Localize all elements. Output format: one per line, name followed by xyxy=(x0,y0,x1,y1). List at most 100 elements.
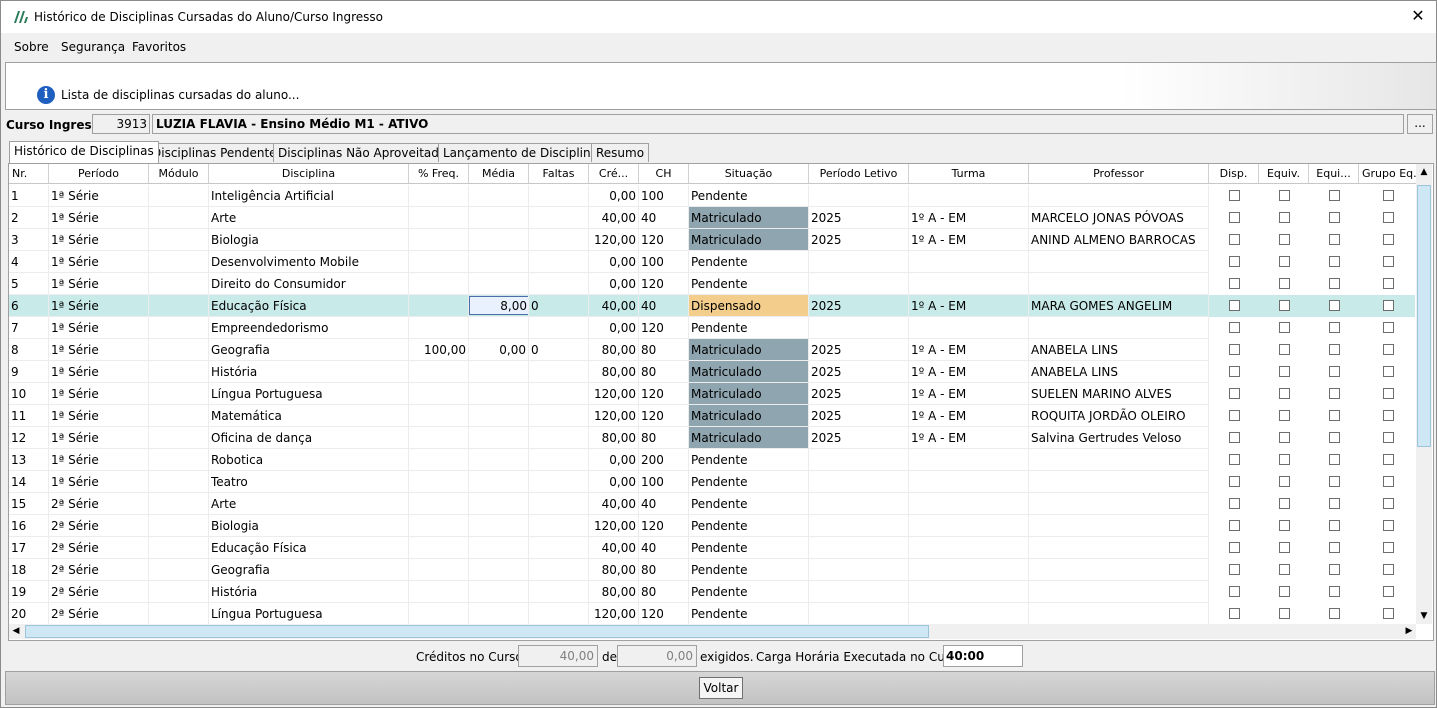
disp-checkbox[interactable] xyxy=(1229,520,1240,531)
vertical-scrollbar[interactable]: ▲ ▼ xyxy=(1416,164,1432,624)
equi-checkbox[interactable] xyxy=(1329,278,1340,289)
grupo-eq-checkbox[interactable] xyxy=(1383,520,1394,531)
equiv-checkbox[interactable] xyxy=(1279,300,1290,311)
course-code-field[interactable]: 3913 xyxy=(92,114,150,134)
table-row[interactable]: 2 1ª Série Arte 40,00 40 Matriculado 2025 1º A … xyxy=(9,207,1415,229)
column-header[interactable]: % Freq. xyxy=(409,164,469,184)
table-row[interactable]: 7 1ª Série Empreendedorismo 0,00 120 Pendente xyxy=(9,317,1415,339)
equi-checkbox[interactable] xyxy=(1329,212,1340,223)
grupo-eq-checkbox[interactable] xyxy=(1383,410,1394,421)
equi-checkbox[interactable] xyxy=(1329,190,1340,201)
grupo-eq-checkbox[interactable] xyxy=(1383,322,1394,333)
column-header[interactable]: CH xyxy=(639,164,689,184)
equi-checkbox[interactable] xyxy=(1329,410,1340,421)
equiv-checkbox[interactable] xyxy=(1279,212,1290,223)
equiv-checkbox[interactable] xyxy=(1279,586,1290,597)
disp-checkbox[interactable] xyxy=(1229,432,1240,443)
column-header[interactable]: Média xyxy=(469,164,529,184)
column-header[interactable]: Nr. xyxy=(9,164,49,184)
equi-checkbox[interactable] xyxy=(1329,476,1340,487)
table-row[interactable]: 17 2ª Série Educação Física 40,00 40 Pendente xyxy=(9,537,1415,559)
scroll-down-icon[interactable]: ▼ xyxy=(1416,608,1432,624)
column-header[interactable]: Situação xyxy=(689,164,809,184)
media-edit-field[interactable]: 8,00 xyxy=(469,296,528,315)
menu-favoritos[interactable]: Favoritos xyxy=(132,40,186,54)
grupo-eq-checkbox[interactable] xyxy=(1383,432,1394,443)
disp-checkbox[interactable] xyxy=(1229,410,1240,421)
equiv-checkbox[interactable] xyxy=(1279,432,1290,443)
table-row[interactable]: 13 1ª Série Robotica 0,00 200 Pendente xyxy=(9,449,1415,471)
disp-checkbox[interactable] xyxy=(1229,212,1240,223)
horizontal-scroll-thumb[interactable] xyxy=(25,625,929,638)
grupo-eq-checkbox[interactable] xyxy=(1383,608,1394,619)
column-header[interactable]: Cré... xyxy=(589,164,639,184)
tab-lancamento[interactable]: Lançamento de Disciplinas xyxy=(438,143,610,162)
disp-checkbox[interactable] xyxy=(1229,476,1240,487)
disp-checkbox[interactable] xyxy=(1229,388,1240,399)
table-row[interactable]: 20 2ª Série Língua Portuguesa 120,00 120 Pend… xyxy=(9,603,1415,625)
table-row[interactable]: 6 1ª Série Educação Física 8,00 0 40,00 40 Disp… xyxy=(9,295,1415,317)
equi-checkbox[interactable] xyxy=(1329,344,1340,355)
grupo-eq-checkbox[interactable] xyxy=(1383,344,1394,355)
menu-seguranca[interactable]: Segurança xyxy=(61,40,125,54)
disp-checkbox[interactable] xyxy=(1229,300,1240,311)
table-row[interactable]: 15 2ª Série Arte 40,00 40 Pendente xyxy=(9,493,1415,515)
table-row[interactable]: 18 2ª Série Geografia 80,00 80 Pendente xyxy=(9,559,1415,581)
equiv-checkbox[interactable] xyxy=(1279,476,1290,487)
column-header[interactable]: Professor xyxy=(1029,164,1209,184)
equi-checkbox[interactable] xyxy=(1329,498,1340,509)
table-row[interactable]: 8 1ª Série Geografia 100,00 0,00 0 80,00 80 Matr… xyxy=(9,339,1415,361)
tab-pendentes[interactable]: Disciplinas Pendentes xyxy=(147,143,288,162)
tab-historico[interactable]: Histórico de Disciplinas xyxy=(9,141,159,163)
column-header[interactable]: Disp. xyxy=(1209,164,1259,184)
equiv-checkbox[interactable] xyxy=(1279,278,1290,289)
disp-checkbox[interactable] xyxy=(1229,608,1240,619)
grupo-eq-checkbox[interactable] xyxy=(1383,542,1394,553)
tab-resumo[interactable]: Resumo xyxy=(591,143,650,162)
equiv-checkbox[interactable] xyxy=(1279,520,1290,531)
equi-checkbox[interactable] xyxy=(1329,608,1340,619)
disp-checkbox[interactable] xyxy=(1229,586,1240,597)
equiv-checkbox[interactable] xyxy=(1279,234,1290,245)
disp-checkbox[interactable] xyxy=(1229,234,1240,245)
table-row[interactable]: 16 2ª Série Biologia 120,00 120 Pendente xyxy=(9,515,1415,537)
column-header[interactable]: Período xyxy=(49,164,149,184)
equiv-checkbox[interactable] xyxy=(1279,498,1290,509)
column-header[interactable]: Período Letivo xyxy=(809,164,909,184)
disp-checkbox[interactable] xyxy=(1229,278,1240,289)
equiv-checkbox[interactable] xyxy=(1279,256,1290,267)
equiv-checkbox[interactable] xyxy=(1279,608,1290,619)
table-row[interactable]: 1 1ª Série Inteligência Artificial 0,00 100… xyxy=(9,185,1415,207)
close-icon[interactable]: ✕ xyxy=(1408,6,1428,26)
equiv-checkbox[interactable] xyxy=(1279,388,1290,399)
grupo-eq-checkbox[interactable] xyxy=(1383,366,1394,377)
table-row[interactable]: 12 1ª Série Oficina de dança 80,00 80 Matricu… xyxy=(9,427,1415,449)
grupo-eq-checkbox[interactable] xyxy=(1383,234,1394,245)
table-row[interactable]: 9 1ª Série História 80,00 80 Matriculado 2025 1… xyxy=(9,361,1415,383)
column-header[interactable]: Equi... xyxy=(1309,164,1359,184)
disciplines-grid[interactable]: Nr. Período Módulo Disciplina% Freq. Média Fa… xyxy=(8,163,1434,641)
table-row[interactable]: 19 2ª Série História 80,00 80 Pendente xyxy=(9,581,1415,603)
scroll-left-icon[interactable]: ◀ xyxy=(9,624,23,639)
disp-checkbox[interactable] xyxy=(1229,344,1240,355)
equi-checkbox[interactable] xyxy=(1329,564,1340,575)
grupo-eq-checkbox[interactable] xyxy=(1383,388,1394,399)
grupo-eq-checkbox[interactable] xyxy=(1383,300,1394,311)
column-header[interactable]: Faltas xyxy=(529,164,589,184)
table-row[interactable]: 3 1ª Série Biologia 120,00 120 Matriculado 202… xyxy=(9,229,1415,251)
table-row[interactable]: 14 1ª Série Teatro 0,00 100 Pendente xyxy=(9,471,1415,493)
disp-checkbox[interactable] xyxy=(1229,256,1240,267)
disp-checkbox[interactable] xyxy=(1229,498,1240,509)
equi-checkbox[interactable] xyxy=(1329,432,1340,443)
tab-nao-aproveitadas[interactable]: Disciplinas Não Aproveitadas xyxy=(273,143,458,162)
grupo-eq-checkbox[interactable] xyxy=(1383,278,1394,289)
equi-checkbox[interactable] xyxy=(1329,366,1340,377)
scroll-right-icon[interactable]: ▶ xyxy=(1402,624,1416,639)
equiv-checkbox[interactable] xyxy=(1279,454,1290,465)
equi-checkbox[interactable] xyxy=(1329,256,1340,267)
equi-checkbox[interactable] xyxy=(1329,520,1340,531)
equi-checkbox[interactable] xyxy=(1329,454,1340,465)
equi-checkbox[interactable] xyxy=(1329,388,1340,399)
grupo-eq-checkbox[interactable] xyxy=(1383,256,1394,267)
grupo-eq-checkbox[interactable] xyxy=(1383,212,1394,223)
